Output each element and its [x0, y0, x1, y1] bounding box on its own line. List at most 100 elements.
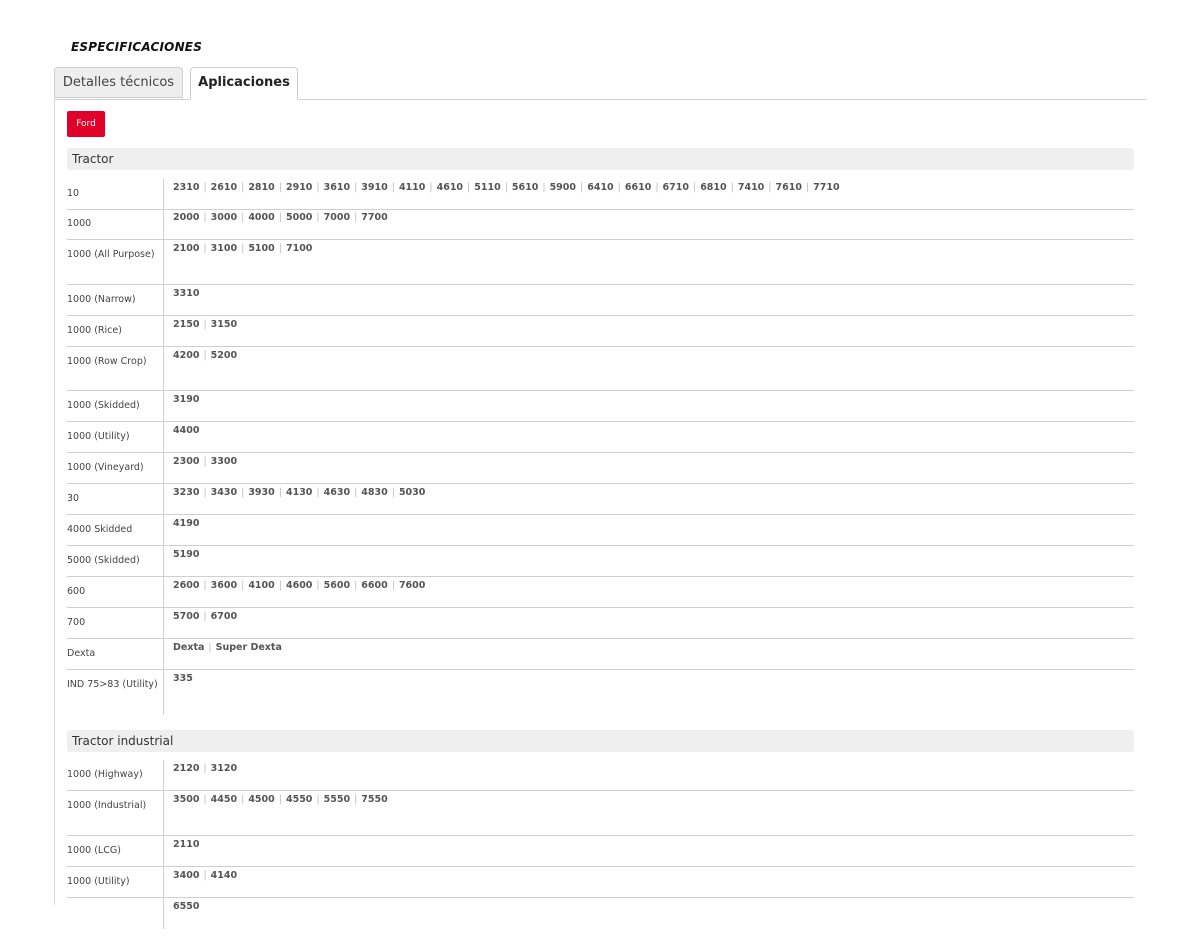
model-link[interactable]: 2100	[173, 243, 199, 254]
model-link[interactable]: 2110	[173, 839, 199, 850]
model-link[interactable]: 4450	[211, 794, 237, 805]
model-link[interactable]: 5600	[324, 580, 350, 591]
application-row: 600 2600 | 3600 | 4100 | 4600 | 5600 | 6600 | 7600	[67, 577, 1134, 608]
model-link[interactable]: 2600	[173, 580, 199, 591]
model-link[interactable]: 7100	[286, 243, 312, 254]
model-separator: |	[203, 580, 207, 591]
model-link[interactable]: 3190	[173, 394, 199, 405]
model-separator: |	[278, 580, 282, 591]
model-link[interactable]: 4110	[399, 182, 425, 193]
model-link[interactable]: 4000	[248, 212, 274, 223]
model-link[interactable]: 7410	[738, 182, 764, 193]
model-link[interactable]: 4610	[437, 182, 463, 193]
model-link[interactable]: 4630	[324, 487, 350, 498]
model-link[interactable]: 335	[173, 673, 193, 684]
model-separator: |	[278, 794, 282, 805]
model-separator: |	[241, 487, 245, 498]
model-separator: |	[278, 487, 282, 498]
model-link[interactable]: 4100	[248, 580, 274, 591]
model-link[interactable]: 6610	[625, 182, 651, 193]
model-link[interactable]: 4200	[173, 350, 199, 361]
model-separator: |	[208, 642, 212, 653]
model-link[interactable]: 5000	[286, 212, 312, 223]
model-link[interactable]: 3600	[211, 580, 237, 591]
model-link[interactable]: 6810	[700, 182, 726, 193]
model-link[interactable]: 3610	[324, 182, 350, 193]
application-row: 1000 (Skidded) 3190	[67, 391, 1134, 422]
model-link[interactable]: 3310	[173, 288, 199, 299]
model-link[interactable]: 4550	[286, 794, 312, 805]
model-link[interactable]: 6410	[587, 182, 613, 193]
model-link[interactable]: 6710	[663, 182, 689, 193]
model-link[interactable]: 6600	[361, 580, 387, 591]
model-link[interactable]: 7710	[813, 182, 839, 193]
model-link[interactable]: 3300	[211, 456, 237, 467]
model-link[interactable]: 5610	[512, 182, 538, 193]
model-link[interactable]: 4600	[286, 580, 312, 591]
row-label: 10	[67, 179, 164, 209]
row-models: 2600 | 3600 | 4100 | 4600 | 5600 | 6600 | 7600	[173, 579, 1134, 593]
model-link[interactable]: 2310	[173, 182, 199, 193]
model-link[interactable]: 5550	[324, 794, 350, 805]
model-link[interactable]: 7600	[399, 580, 425, 591]
model-separator: |	[241, 794, 245, 805]
model-separator: |	[391, 182, 395, 193]
model-link[interactable]: 3230	[173, 487, 199, 498]
model-link[interactable]: 3120	[211, 763, 237, 774]
brand-button-ford[interactable]: Ford	[67, 111, 105, 137]
model-link[interactable]: 3930	[248, 487, 274, 498]
model-link[interactable]: 5030	[399, 487, 425, 498]
model-link[interactable]: 4190	[173, 518, 199, 529]
model-separator: |	[692, 182, 697, 193]
model-link[interactable]: 5700	[173, 611, 199, 622]
model-link[interactable]: 7000	[324, 212, 350, 223]
model-link[interactable]: 7700	[361, 212, 387, 223]
model-link[interactable]: 5200	[211, 350, 237, 361]
model-link[interactable]: 6550	[173, 901, 199, 912]
model-separator: |	[730, 182, 734, 193]
model-link[interactable]: Dexta	[173, 642, 204, 653]
model-link[interactable]: 4830	[361, 487, 387, 498]
model-link[interactable]: 3430	[211, 487, 237, 498]
model-separator: |	[354, 794, 358, 805]
model-link[interactable]: 5110	[474, 182, 500, 193]
model-link[interactable]: Super Dexta	[216, 642, 282, 653]
model-link[interactable]: 2910	[286, 182, 312, 193]
model-link[interactable]: 4500	[248, 794, 274, 805]
model-link[interactable]: 3400	[173, 870, 199, 881]
row-models: 3190	[173, 393, 1134, 407]
row-label: 1000 (Utility)	[67, 867, 164, 897]
tab-technical-details[interactable]: Detalles técnicos	[54, 67, 183, 98]
model-link[interactable]: 2000	[173, 212, 199, 223]
row-models: Dexta | Super Dexta	[173, 641, 1134, 655]
model-separator: |	[316, 580, 320, 591]
model-separator: |	[203, 456, 207, 467]
model-link[interactable]: 3000	[211, 212, 237, 223]
model-separator: |	[391, 487, 395, 498]
model-link[interactable]: 5100	[248, 243, 274, 254]
application-row: 6550	[67, 898, 1134, 929]
tab-bar: Detalles técnicos Aplicaciones	[54, 67, 1146, 100]
model-separator: |	[316, 212, 320, 223]
row-label: 1000 (Row Crop)	[67, 347, 164, 390]
model-link[interactable]: 5900	[550, 182, 576, 193]
model-link[interactable]: 2150	[173, 319, 199, 330]
model-link[interactable]: 2300	[173, 456, 199, 467]
model-separator: |	[655, 182, 659, 193]
model-link[interactable]: 4400	[173, 425, 199, 436]
tab-applications[interactable]: Aplicaciones	[190, 67, 298, 100]
model-link[interactable]: 3100	[211, 243, 237, 254]
model-link[interactable]: 2610	[211, 182, 237, 193]
row-label: 1000 (Skidded)	[67, 391, 164, 421]
model-link[interactable]: 3910	[361, 182, 387, 193]
model-link[interactable]: 2810	[248, 182, 274, 193]
model-link[interactable]: 6700	[211, 611, 237, 622]
model-link[interactable]: 2120	[173, 763, 199, 774]
model-link[interactable]: 3150	[211, 319, 237, 330]
model-link[interactable]: 7550	[361, 794, 387, 805]
model-link[interactable]: 5190	[173, 549, 199, 560]
model-link[interactable]: 7610	[776, 182, 802, 193]
model-link[interactable]: 4130	[286, 487, 312, 498]
model-link[interactable]: 4140	[211, 870, 237, 881]
model-link[interactable]: 3500	[173, 794, 199, 805]
